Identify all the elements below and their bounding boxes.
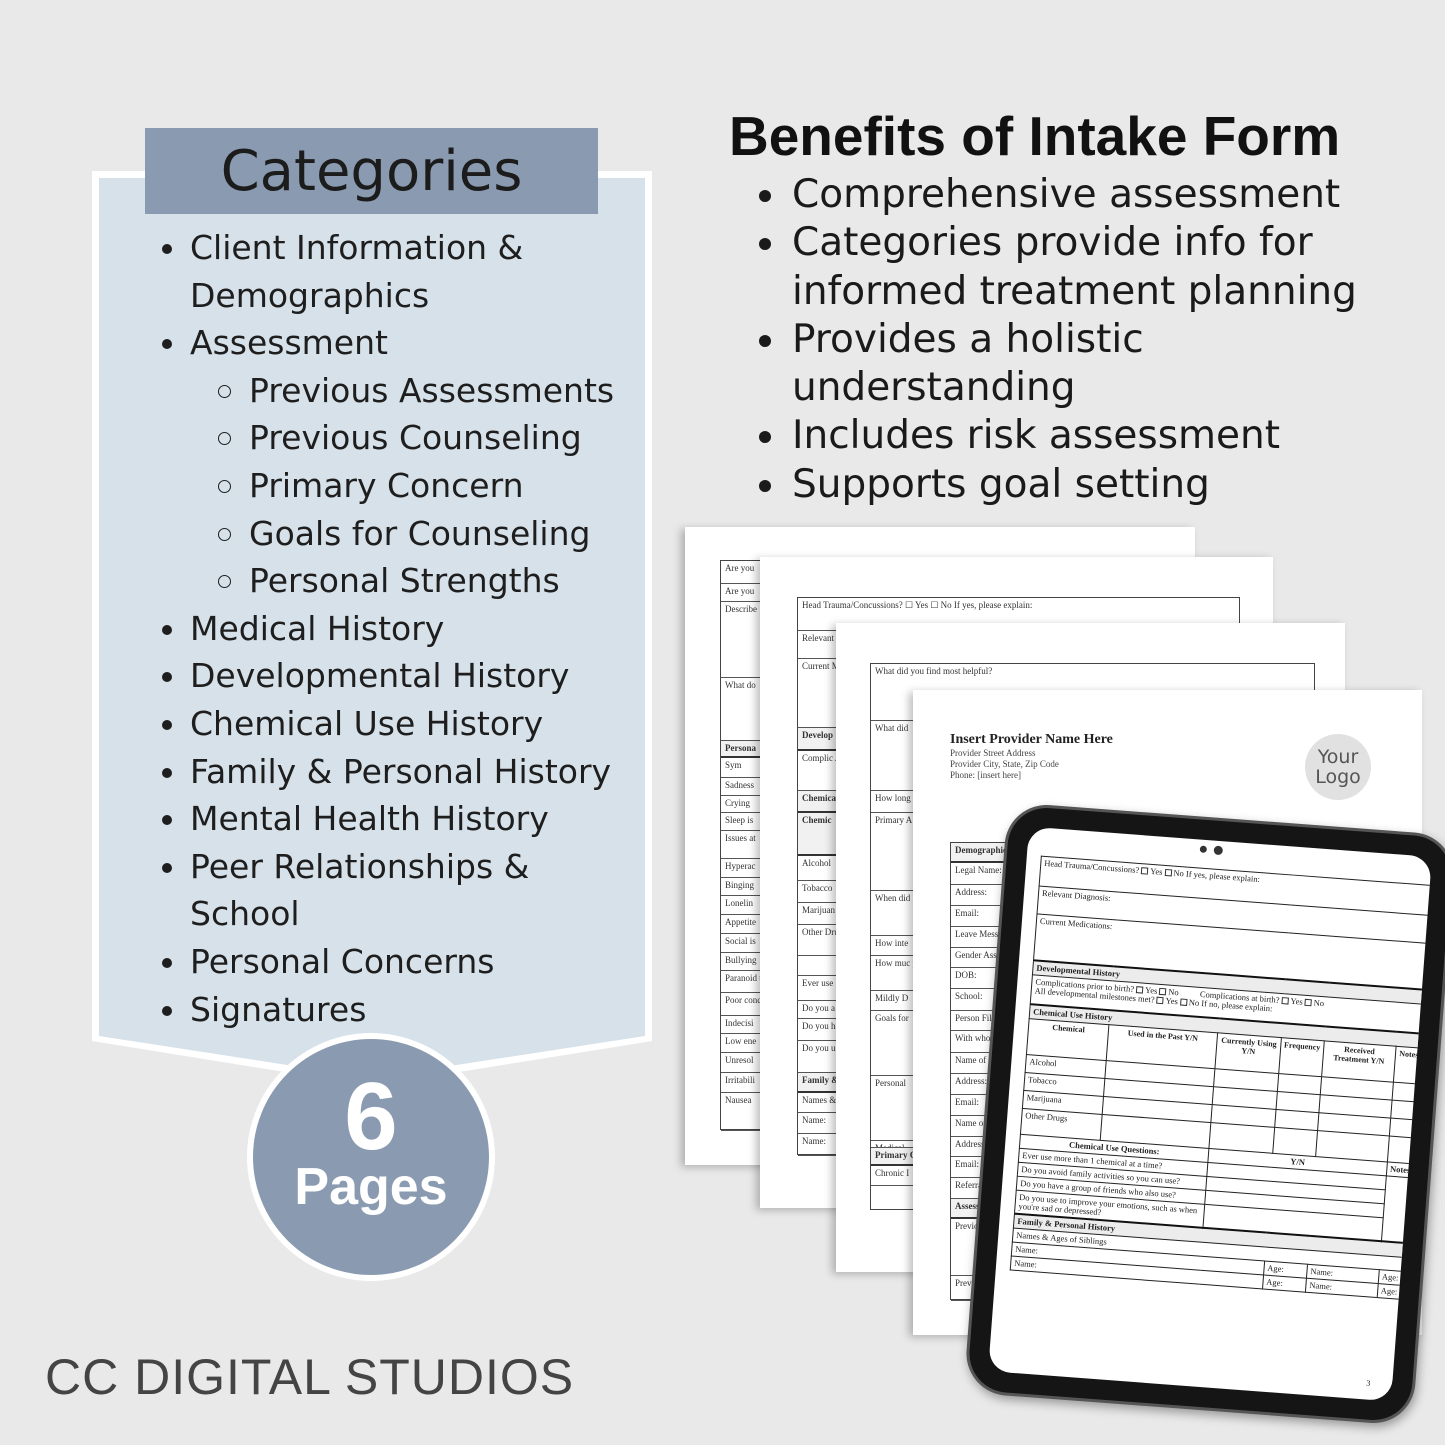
- benefit-item: Includes risk assessment: [756, 412, 1436, 460]
- page-number: 3: [1365, 1378, 1371, 1388]
- column-header: Notes: [1393, 1046, 1424, 1085]
- category-item: Personal Concerns: [160, 938, 640, 986]
- category-item: Peer Relationships & School: [160, 843, 640, 938]
- tablet-screen: Head Trauma/Concussions? Yes No If yes, pl…: [988, 826, 1432, 1402]
- pages-label: Pages: [294, 1158, 448, 1216]
- if-yes-label: If yes, please explain:: [1185, 868, 1261, 885]
- category-item: Previous Assessments: [160, 367, 640, 415]
- category-item: Previous Counseling: [160, 414, 640, 462]
- sibling-age-field[interactable]: Age:: [1376, 1283, 1406, 1300]
- notes-cell[interactable]: [1381, 1175, 1414, 1244]
- category-item: Developmental History: [160, 652, 640, 700]
- category-item: Family & Personal History: [160, 748, 640, 796]
- category-item: Primary Concern: [160, 462, 640, 510]
- checkbox[interactable]: [1179, 997, 1188, 1006]
- no-label: No: [1188, 996, 1200, 1008]
- yes-label: Yes: [1290, 995, 1304, 1007]
- logo-placeholder: Your Logo: [1305, 734, 1371, 800]
- categories-list: Client Information & Demographics Assessm…: [160, 224, 640, 1033]
- checkbox[interactable]: [1164, 868, 1172, 877]
- category-item: Goals for Counseling: [160, 510, 640, 558]
- provider-phone: Phone: [insert here]: [950, 770, 1021, 780]
- no-label: No: [1173, 867, 1185, 879]
- category-item: Client Information & Demographics: [160, 224, 640, 319]
- category-item: Medical History: [160, 605, 640, 653]
- category-item: Mental Health History: [160, 795, 640, 843]
- yes-label: Yes: [1149, 865, 1163, 877]
- provider-name: Insert Provider Name Here: [950, 732, 1113, 747]
- column-header: Frequency: [1278, 1037, 1325, 1077]
- camera-icon: [1213, 845, 1224, 856]
- categories-title: Categories: [145, 128, 598, 214]
- checkbox[interactable]: [1140, 867, 1149, 875]
- chemical-cell[interactable]: [1387, 1135, 1417, 1164]
- chemical-cell[interactable]: [1272, 1127, 1318, 1157]
- column-header: Received Treatment Y/N: [1321, 1040, 1396, 1083]
- benefit-item: Provides a holistic understanding: [756, 316, 1436, 413]
- provider-info: Insert Provider Name Here Provider Stree…: [950, 732, 1113, 781]
- provider-city: Provider City, State, Zip Code: [950, 759, 1059, 769]
- chemical-cell[interactable]: [1390, 1100, 1419, 1121]
- benefit-item: Supports goal setting: [756, 461, 1436, 509]
- tablet-device: Head Trauma/Concussions? Yes No If yes, pl…: [963, 801, 1445, 1427]
- pages-badge: 6 Pages: [247, 1033, 495, 1281]
- sibling-age-field[interactable]: Age:: [1262, 1274, 1307, 1293]
- pages-count: 6: [344, 1063, 398, 1170]
- category-item: Chemical Use History: [160, 700, 640, 748]
- yes-label: Yes: [1165, 994, 1179, 1006]
- provider-street: Provider Street Address: [950, 748, 1036, 758]
- chemical-cell[interactable]: [1388, 1118, 1418, 1139]
- category-item: Personal Strengths: [160, 557, 640, 605]
- brand-name: CC DIGITAL STUDIOS: [45, 1349, 575, 1405]
- category-item: Assessment: [160, 319, 640, 367]
- camera-icon: [1199, 845, 1208, 854]
- chemical-form-table: Head Trauma/Concussions? Yes No If yes, pl…: [1010, 856, 1432, 1301]
- benefit-item: Categories provide info for informed tre…: [756, 219, 1436, 316]
- checkbox[interactable]: [1304, 998, 1313, 1006]
- chemical-cell[interactable]: [1391, 1082, 1421, 1103]
- column-header: Chemical: [1026, 1018, 1110, 1061]
- benefits-list: Comprehensive assessment Categories provi…: [756, 171, 1436, 509]
- benefits-title: Benefits of Intake Form: [729, 105, 1341, 167]
- checkbox[interactable]: [1281, 996, 1289, 1005]
- category-item: Signatures: [160, 986, 640, 1034]
- column-header: Currently Using Y/N: [1215, 1032, 1282, 1074]
- no-label: No: [1313, 996, 1325, 1008]
- head-trauma-label: Head Trauma/Concussions?: [1043, 857, 1140, 875]
- checkbox[interactable]: [1156, 996, 1164, 1004]
- checkbox[interactable]: [1159, 987, 1167, 995]
- benefit-item: Comprehensive assessment: [756, 171, 1436, 219]
